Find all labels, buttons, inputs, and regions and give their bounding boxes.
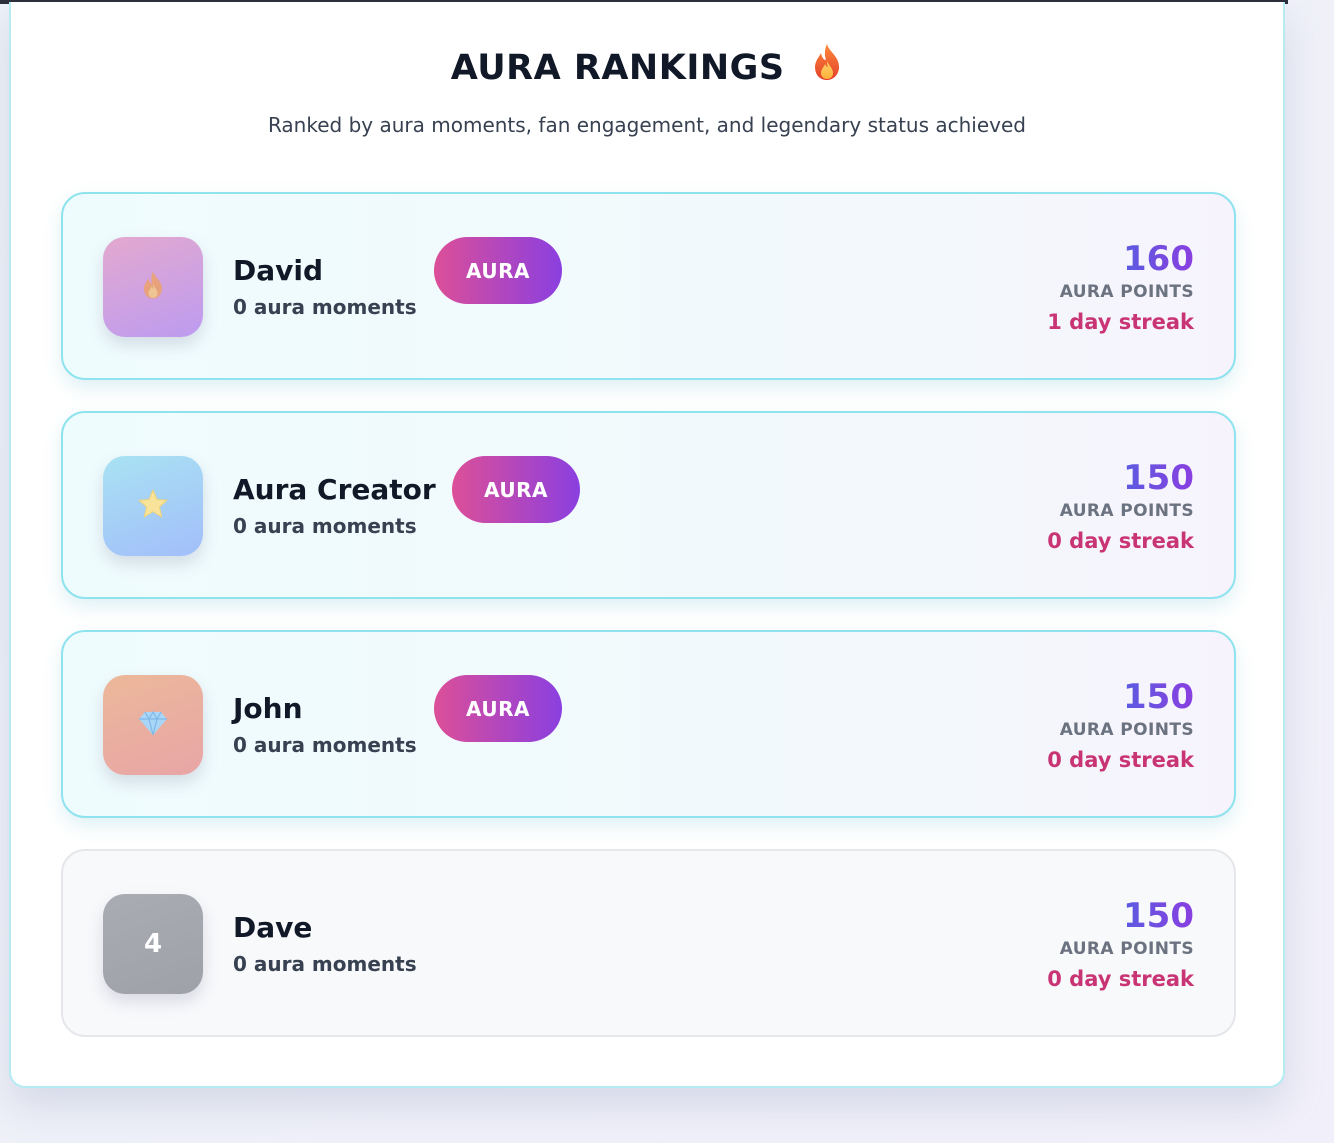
fire-icon: [811, 43, 843, 90]
rankings-panel: AURA RANKINGS Ranked by aura moments, fa…: [9, 2, 1285, 1088]
avatar: [103, 675, 203, 775]
aura-points-value: 150: [1123, 896, 1194, 936]
avatar: 4: [103, 894, 203, 994]
aura-points-label: AURA POINTS: [1059, 282, 1194, 302]
aura-points-label: AURA POINTS: [1059, 939, 1194, 959]
ranking-card-1[interactable]: David 0 aura moments AURA 160 AURA POINT…: [61, 192, 1236, 380]
star-icon: [137, 488, 169, 524]
day-streak: 0 day streak: [1047, 748, 1194, 772]
rank-number: 4: [143, 929, 163, 959]
user-name: John: [233, 692, 303, 725]
aura-moments: 0 aura moments: [233, 295, 417, 319]
diamond-icon: [138, 710, 168, 740]
user-name: Dave: [233, 911, 313, 944]
aura-points-value: 150: [1123, 458, 1194, 498]
page-title-text: AURA RANKINGS: [450, 48, 785, 88]
aura-badge: AURA: [452, 456, 580, 523]
day-streak: 0 day streak: [1047, 529, 1194, 553]
ranking-card-4[interactable]: 4 Dave 0 aura moments 150 AURA POINTS 0 …: [61, 849, 1236, 1037]
aura-points-value: 160: [1123, 239, 1194, 279]
avatar: [103, 456, 203, 556]
ranking-card-3[interactable]: John 0 aura moments AURA 150 AURA POINTS…: [61, 630, 1236, 818]
day-streak: 1 day streak: [1047, 310, 1194, 334]
page-subtitle: Ranked by aura moments, fan engagement, …: [267, 113, 1027, 137]
aura-moments: 0 aura moments: [233, 952, 417, 976]
avatar: [103, 237, 203, 337]
aura-points-label: AURA POINTS: [1059, 720, 1194, 740]
aura-badge: AURA: [434, 237, 562, 304]
aura-badge: AURA: [434, 675, 562, 742]
day-streak: 0 day streak: [1047, 967, 1194, 991]
aura-moments: 0 aura moments: [233, 733, 417, 757]
user-name: Aura Creator: [233, 473, 436, 506]
page-title: AURA RANKINGS: [11, 43, 1283, 90]
aura-moments: 0 aura moments: [233, 514, 417, 538]
fire-icon: [141, 270, 165, 304]
user-name: David: [233, 254, 324, 287]
ranking-card-2[interactable]: Aura Creator 0 aura moments AURA 150 AUR…: [61, 411, 1236, 599]
aura-points-label: AURA POINTS: [1059, 501, 1194, 521]
aura-points-value: 150: [1123, 677, 1194, 717]
